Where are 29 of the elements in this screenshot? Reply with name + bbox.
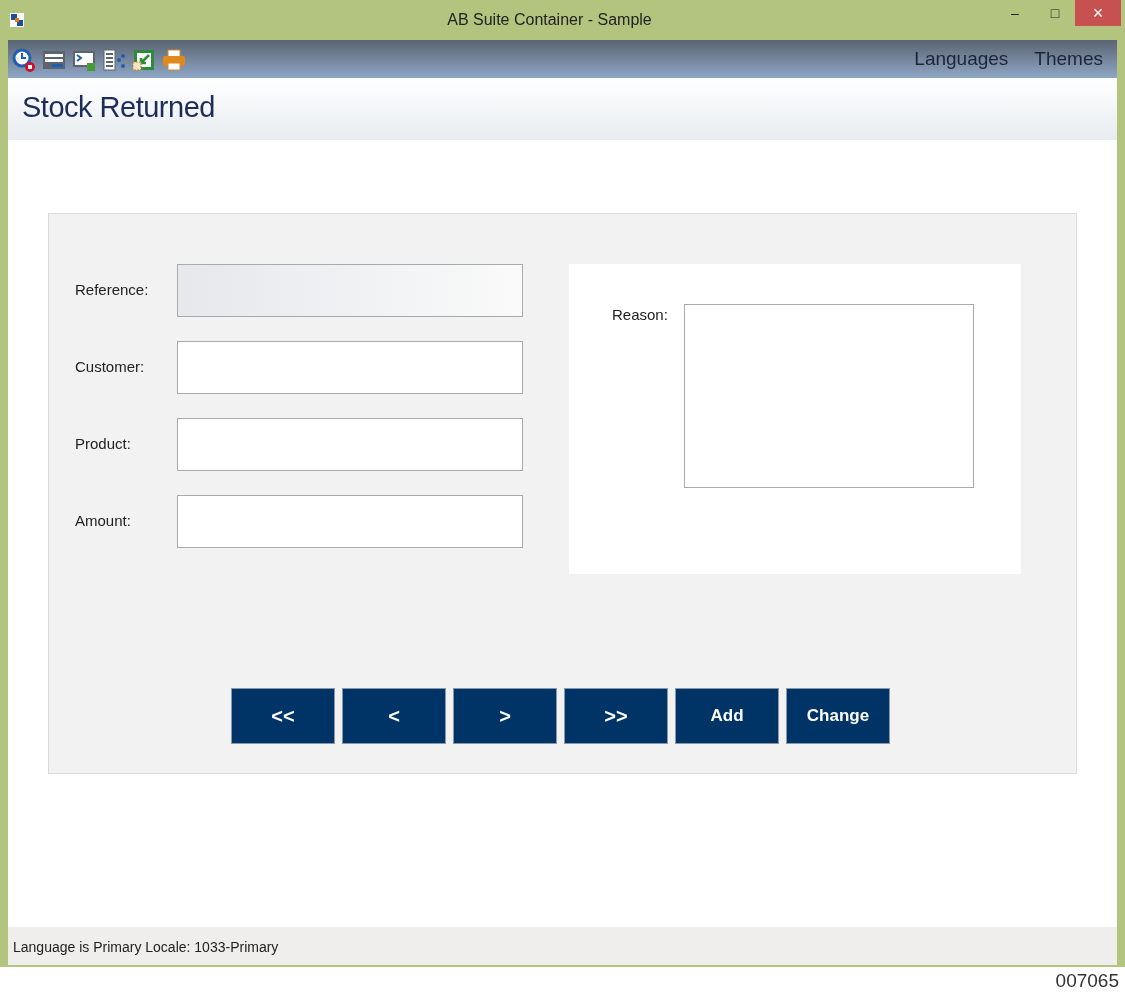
minimize-button[interactable]: –: [995, 0, 1035, 26]
field-label: Product:: [75, 434, 132, 455]
field-label: Amount:: [75, 511, 132, 532]
clock-icon[interactable]: [12, 47, 36, 71]
input-field[interactable]: [177, 495, 523, 548]
input-field[interactable]: [177, 418, 523, 471]
status-text: Language is Primary Locale: 1033-Primary: [8, 927, 1117, 965]
action-button[interactable]: Change: [786, 688, 890, 744]
app-icon: [10, 13, 24, 27]
reason-field[interactable]: [683, 304, 974, 488]
export-icon[interactable]: [132, 47, 156, 71]
field-label: Reference:: [75, 280, 150, 301]
field-label: Customer:: [75, 357, 146, 378]
nav-button[interactable]: >>: [564, 688, 668, 744]
figure-number: 007065: [1054, 969, 1120, 993]
nav-button[interactable]: >: [453, 688, 557, 744]
close-button[interactable]: ×: [1075, 0, 1121, 26]
field-label: Reason:: [612, 305, 668, 325]
nav-button[interactable]: <: [342, 688, 446, 744]
window-title: AB Suite Container - Sample: [446, 10, 652, 30]
nav-button[interactable]: <<: [231, 688, 335, 744]
maximize-button[interactable]: □: [1035, 0, 1075, 26]
menu-item[interactable]: Themes: [1024, 44, 1113, 74]
action-button[interactable]: Add: [675, 688, 779, 744]
printer-icon[interactable]: [162, 47, 186, 71]
page-title: Stock Returned: [22, 90, 216, 125]
tree-list-icon[interactable]: [102, 47, 126, 71]
menu-item[interactable]: Languages: [904, 44, 1019, 74]
input-field[interactable]: [177, 341, 523, 394]
